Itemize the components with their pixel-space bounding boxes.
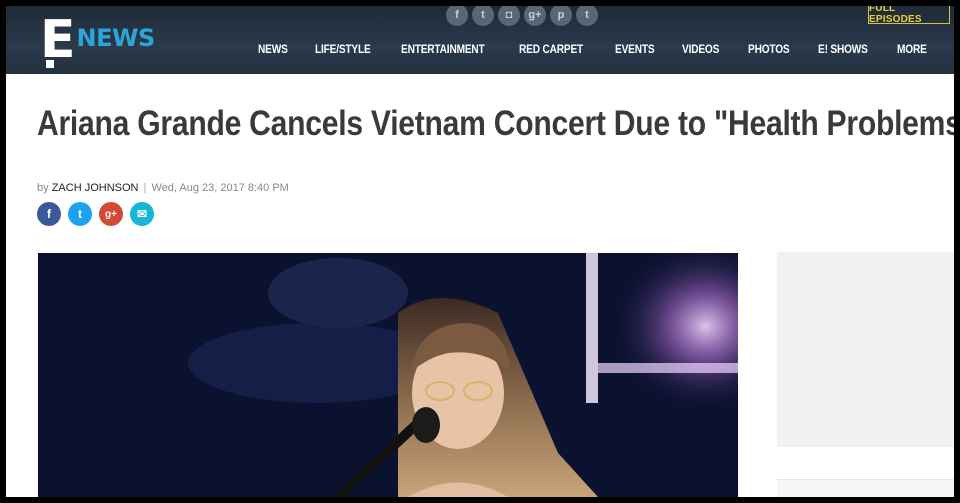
main-nav: NEWS LIFE/STYLE ENTERTAINMENT RED CARPET… — [258, 44, 954, 56]
byline-separator: | — [143, 182, 147, 194]
nav-item-news[interactable]: NEWS — [258, 44, 288, 56]
logo-news-word: NEWS — [76, 24, 156, 52]
byline-by: by — [37, 182, 49, 194]
article-byline: by ZACH JOHNSON | Wed, Aug 23, 2017 8:40… — [37, 182, 289, 194]
twitter-icon[interactable]: t — [68, 202, 92, 226]
facebook-icon[interactable]: f — [446, 6, 468, 26]
enews-logo[interactable]: E NEWS — [40, 8, 156, 70]
pinterest-icon[interactable]: p — [550, 6, 572, 26]
logo-e-letter: E — [40, 10, 76, 70]
nav-item-more[interactable]: MORE — [897, 44, 927, 56]
nav-item-e-shows[interactable]: E! SHOWS — [818, 44, 868, 56]
google-plus-icon[interactable]: g+ — [524, 6, 546, 26]
nav-item-photos[interactable]: PHOTOS — [748, 44, 790, 56]
nav-item-entertainment[interactable]: ENTERTAINMENT — [401, 44, 485, 56]
article-headline: Ariana Grande Cancels Vietnam Concert Du… — [37, 104, 954, 143]
full-episodes-button[interactable]: FULL EPISODES — [868, 6, 950, 25]
twitter-icon[interactable]: t — [472, 6, 494, 26]
hero-image — [38, 253, 738, 497]
share-buttons: f t g+ ✉ — [37, 202, 154, 226]
facebook-icon[interactable]: f — [37, 202, 61, 226]
instagram-icon[interactable]: ◘ — [498, 6, 520, 26]
header-social-links: f t ◘ g+ p t — [446, 6, 598, 26]
email-icon[interactable]: ✉ — [130, 202, 154, 226]
sidebar-ad-slot[interactable] — [777, 252, 954, 447]
sidebar-ad-slot-2[interactable] — [777, 479, 954, 497]
nav-item-red-carpet[interactable]: RED CARPET — [519, 44, 583, 56]
author-link[interactable]: ZACH JOHNSON — [52, 182, 139, 194]
tumblr-icon[interactable]: t — [576, 6, 598, 26]
browser-page: E NEWS f t ◘ g+ p t FULL EPISODES NEWS L… — [6, 6, 954, 497]
nav-item-life-style[interactable]: LIFE/STYLE — [315, 44, 371, 56]
nav-item-events[interactable]: EVENTS — [615, 44, 655, 56]
nav-item-videos[interactable]: VIDEOS — [682, 44, 719, 56]
google-plus-icon[interactable]: g+ — [99, 202, 123, 226]
hero-photo-illustration — [38, 253, 738, 497]
article-date: Wed, Aug 23, 2017 8:40 PM — [151, 182, 289, 194]
site-header: E NEWS f t ◘ g+ p t FULL EPISODES NEWS L… — [6, 6, 954, 74]
